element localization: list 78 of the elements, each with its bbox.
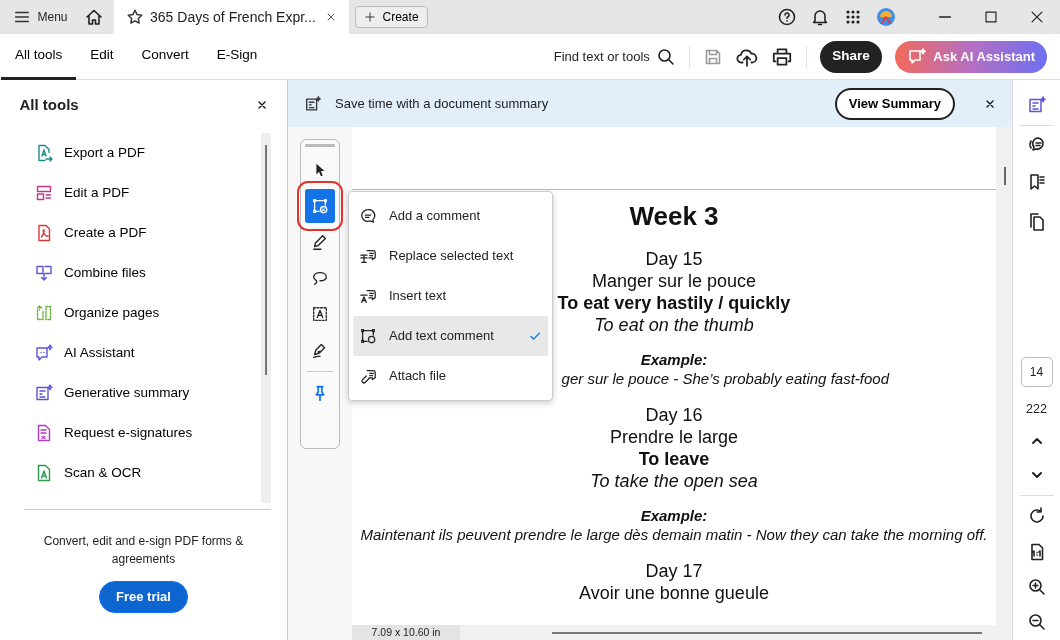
tool-item[interactable]: Combine files: [24, 253, 199, 293]
day-heading: Day 17: [645, 561, 703, 581]
day-heading: Day 15: [645, 249, 703, 269]
example-label: Example:: [640, 351, 708, 368]
week-heading: Week 3: [629, 201, 719, 231]
print-icon[interactable]: [771, 45, 794, 68]
literal-translation: To take the open sea: [590, 471, 758, 491]
drag-handle[interactable]: [305, 144, 335, 147]
tool-item[interactable]: AI Assistant: [24, 333, 199, 373]
star-icon: [125, 8, 144, 26]
share-button[interactable]: Share: [820, 40, 882, 73]
edit-tool-icon: [34, 183, 54, 203]
tool-item[interactable]: Export a PDF: [24, 133, 199, 173]
example-sentence: Maintenant ils peuvent prendre le large dès demain matin - Now they can take the morning off.: [360, 526, 988, 543]
pen-icon: [311, 232, 329, 252]
free-trial-button[interactable]: Free trial: [99, 581, 188, 613]
page-size-label: 7.09 x 10.60 in: [352, 625, 460, 640]
organize-tool-icon: [34, 303, 54, 323]
document-tab[interactable]: 365 Days of French Expr...: [113, 0, 349, 34]
scrollbar-thumb[interactable]: [1004, 167, 1006, 185]
replace-text-icon: [359, 247, 377, 265]
toolbar-tab[interactable]: E-Sign: [202, 33, 272, 80]
comment-icon[interactable]: [1026, 134, 1047, 154]
french-phrase: Avoir une bonne gueule: [579, 583, 769, 603]
zoom-in-icon[interactable]: [1026, 576, 1047, 597]
tool-item[interactable]: Generative summary: [24, 373, 199, 413]
menu-item[interactable]: Add text comment: [353, 316, 548, 356]
panel-title: All tools: [19, 94, 79, 115]
french-phrase: Prendre le large: [609, 427, 739, 447]
meaning-text: To eat very hastily / quickly: [557, 293, 791, 313]
toolbar-tab[interactable]: Edit: [76, 33, 128, 80]
help-icon[interactable]: [777, 7, 797, 27]
home-icon: [83, 7, 104, 27]
search-icon: [656, 46, 677, 67]
example-label: Example:: [640, 507, 708, 524]
meaning-text: To leave: [638, 449, 710, 469]
summary-icon[interactable]: [1026, 95, 1047, 115]
avatar-icon[interactable]: [876, 7, 896, 27]
tool-item[interactable]: Scan & OCR: [24, 453, 199, 493]
page-count: 222: [1026, 401, 1047, 418]
text-comment-icon: [359, 327, 377, 345]
scrollbar-thumb[interactable]: [265, 145, 267, 375]
day-heading: Day 16: [645, 405, 703, 425]
search-button[interactable]: Find text or tools: [553, 46, 677, 67]
tool-item[interactable]: Organize pages: [24, 293, 199, 333]
maximize-icon[interactable]: [982, 8, 1000, 26]
zoom-out-icon[interactable]: [1026, 611, 1047, 632]
combine-tool-icon: [34, 263, 54, 283]
menu-button[interactable]: Menu: [0, 4, 75, 30]
comment-bubble-icon: [359, 207, 377, 225]
menu-item[interactable]: Replace selected text: [353, 236, 548, 276]
tool-item[interactable]: Create a PDF: [24, 213, 199, 253]
toolbar-tab[interactable]: All tools: [1, 33, 77, 80]
page-number-field[interactable]: 14: [1020, 357, 1053, 387]
menu-item[interactable]: Attach file: [353, 356, 548, 396]
summary-icon: [304, 94, 322, 113]
banner-text: Save time with a document summary: [335, 94, 550, 113]
text-box-icon: [311, 304, 329, 324]
tool-item[interactable]: Edit a PDF: [24, 173, 199, 213]
bell-icon[interactable]: [810, 7, 830, 27]
chat-sparkle-icon: [906, 46, 927, 67]
menu-item[interactable]: Insert text: [353, 276, 548, 316]
create-button[interactable]: Create: [355, 6, 428, 28]
french-phrase: Manger sur le pouce: [591, 271, 757, 291]
insert-text-icon: [359, 287, 377, 305]
literal-translation: To eat on the thumb: [594, 315, 754, 335]
plus-icon: [364, 11, 377, 23]
promo-text: Convert, edit and e-sign PDF forms & agreements: [42, 533, 245, 568]
tool-item[interactable]: Request e-signatures: [24, 413, 199, 453]
view-summary-button[interactable]: View Summary: [834, 87, 955, 120]
summary-tool-icon: [34, 383, 54, 403]
horizontal-scrollbar[interactable]: [552, 631, 982, 634]
toolbar-tab[interactable]: Convert: [127, 33, 203, 80]
example-sentence: ger sur le pouce - She’s probably eating fast-food: [561, 370, 889, 387]
assistant-tool-icon: [34, 343, 54, 363]
menu-item[interactable]: Add a comment: [353, 196, 548, 236]
attachment-icon: [359, 367, 377, 385]
text-comment-icon: [311, 196, 329, 216]
